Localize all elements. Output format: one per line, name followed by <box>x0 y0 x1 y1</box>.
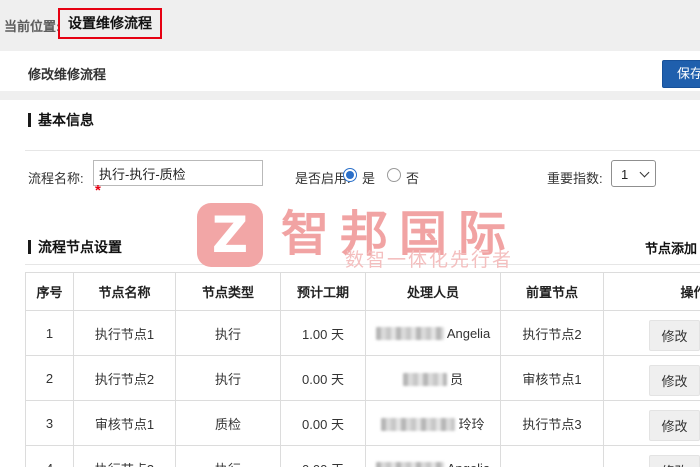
breadcrumb-current-page: 设置维修流程 <box>58 8 162 39</box>
node-name-cell: 执行节点1 <box>74 311 176 356</box>
importance-value: 1 <box>621 167 628 182</box>
section-marker <box>28 113 31 127</box>
save-button[interactable]: 保存 <box>662 60 700 88</box>
breadcrumb-label: 当前位置: <box>4 16 60 35</box>
enabled-label: 是否启用: <box>295 168 351 187</box>
col-header-predecessor: 前置节点 <box>501 273 604 311</box>
table-header-row: 序号 节点名称 节点类型 预计工期 处理人员 前置节点 操作 <box>26 273 700 311</box>
required-marker: * <box>95 186 101 196</box>
duration-cell: 1.00 天 <box>281 311 366 356</box>
predecessor-cell <box>501 446 604 467</box>
col-header-index: 序号 <box>26 273 74 311</box>
table-row: 3审核节点1质检0.00 天 玲玲 执行节点3 修改 <box>26 401 700 446</box>
modify-button[interactable]: 修改 <box>649 320 699 351</box>
breadcrumb-bar: 当前位置: 设置维修流程 <box>0 0 700 51</box>
handler-cell: 员 <box>366 356 501 401</box>
row-index-cell: 1 <box>26 311 74 356</box>
section-marker <box>28 240 31 254</box>
row-index-cell: 2 <box>26 356 74 401</box>
divider-line <box>25 264 700 265</box>
duration-cell: 0.00 天 <box>281 401 366 446</box>
predecessor-cell: 执行节点3 <box>501 401 604 446</box>
redacted-name <box>381 418 455 431</box>
handler-name-suffix: 玲玲 <box>458 417 484 432</box>
enabled-yes-label: 是 <box>362 168 375 187</box>
col-header-node-name: 节点名称 <box>74 273 176 311</box>
redacted-name <box>376 462 444 467</box>
process-name-label: 流程名称: <box>28 168 84 187</box>
node-name-cell: 审核节点1 <box>74 401 176 446</box>
add-node-button[interactable]: 节点添加 <box>645 238 697 257</box>
operation-cell: 修改 <box>604 401 700 446</box>
col-header-duration: 预计工期 <box>281 273 366 311</box>
node-settings-section-title: 流程节点设置 <box>28 237 122 257</box>
modify-button[interactable]: 修改 <box>649 365 699 396</box>
handler-cell: 玲玲 <box>366 401 501 446</box>
node-type-cell: 质检 <box>176 401 281 446</box>
node-type-cell: 执行 <box>176 446 281 467</box>
predecessor-cell: 审核节点1 <box>501 356 604 401</box>
operation-cell: 修改 <box>604 311 700 356</box>
importance-select[interactable]: 1 <box>611 160 656 187</box>
divider-line <box>25 150 700 151</box>
handler-name-suffix: Angelia <box>447 461 490 467</box>
col-header-handler: 处理人员 <box>366 273 501 311</box>
table-row: 2执行节点2执行0.00 天 员 审核节点1 修改 <box>26 356 700 401</box>
divider-strip <box>0 91 700 100</box>
node-table: 序号 节点名称 节点类型 预计工期 处理人员 前置节点 操作 1执行节点1执行1… <box>25 272 700 467</box>
handler-cell: Angelia <box>366 311 501 356</box>
node-type-cell: 执行 <box>176 356 281 401</box>
enabled-no-radio[interactable] <box>387 168 401 182</box>
handler-name-suffix: 员 <box>450 372 463 387</box>
brand-watermark-text: 智邦国际 <box>281 194 517 264</box>
node-table-body: 1执行节点1执行1.00 天Angelia执行节点2修改2执行节点2执行0.00… <box>26 311 700 467</box>
importance-label: 重要指数: <box>547 168 603 187</box>
operation-cell: 修改 <box>604 356 700 401</box>
enabled-yes-radio[interactable] <box>343 168 357 182</box>
col-header-operation: 操作 <box>604 273 700 311</box>
node-type-cell: 执行 <box>176 311 281 356</box>
node-name-cell: 执行节点2 <box>74 356 176 401</box>
redacted-name <box>403 373 447 386</box>
row-index-cell: 4 <box>26 446 74 467</box>
brand-logo-icon: Z <box>197 203 263 267</box>
brand-watermark-tagline: 数智一体化先行者 <box>345 245 513 272</box>
page: 当前位置: 设置维修流程 修改维修流程 保存 基本信息 流程名称: * 是否启用… <box>0 0 700 467</box>
predecessor-cell: 执行节点2 <box>501 311 604 356</box>
handler-cell: Angelia <box>366 446 501 467</box>
table-row: 1执行节点1执行1.00 天 Angelia 执行节点2 修改 <box>26 311 700 356</box>
modify-button[interactable]: 修改 <box>649 455 699 467</box>
basic-info-section-title: 基本信息 <box>28 110 94 130</box>
operation-cell: 修改 <box>604 446 700 467</box>
enabled-no-label: 否 <box>406 168 419 187</box>
duration-cell: 0.00 天 <box>281 446 366 467</box>
duration-cell: 0.00 天 <box>281 356 366 401</box>
page-title: 修改维修流程 <box>28 64 106 83</box>
redacted-name <box>376 327 444 340</box>
table-row: 4执行节点3执行0.00 天 Angelia 修改 <box>26 446 700 467</box>
modify-button[interactable]: 修改 <box>649 410 699 441</box>
col-header-node-type: 节点类型 <box>176 273 281 311</box>
chevron-down-icon <box>640 168 650 178</box>
node-name-cell: 执行节点3 <box>74 446 176 467</box>
row-index-cell: 3 <box>26 401 74 446</box>
process-name-input[interactable] <box>93 160 263 186</box>
handler-name-suffix: Angelia <box>447 326 490 341</box>
